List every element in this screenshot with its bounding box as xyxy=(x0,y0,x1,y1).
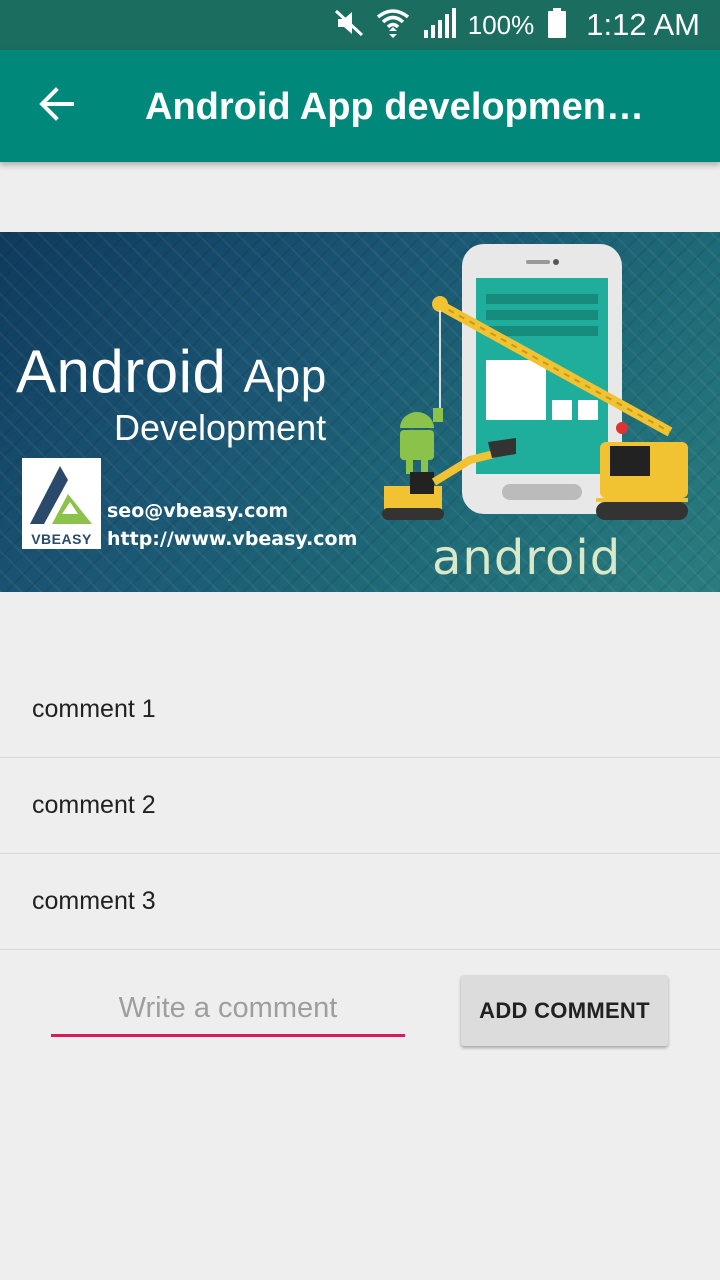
page-title: Android App development app xyxy=(145,86,645,128)
comment-list: comment 1 comment 2 comment 3 xyxy=(0,662,720,950)
list-item[interactable]: comment 2 xyxy=(0,758,720,854)
battery-percent: 100% xyxy=(467,9,535,40)
phone-crane-illustration xyxy=(382,244,688,520)
add-comment-button[interactable]: ADD COMMENT xyxy=(461,975,668,1046)
banner-title-line2: Development xyxy=(114,407,327,448)
comment-text: comment 2 xyxy=(32,791,156,819)
status-bar: 100% 1:12 AM xyxy=(0,0,720,50)
comment-text: comment 1 xyxy=(32,695,156,723)
comment-input[interactable] xyxy=(51,982,405,1037)
battery-icon xyxy=(548,7,567,43)
banner-url: http://www.vbeasy.com xyxy=(107,528,358,550)
banner-title-word2: App xyxy=(243,350,327,402)
android-wordmark: android xyxy=(432,530,622,586)
mute-icon xyxy=(334,9,364,42)
vbeasy-logo: VBEASY xyxy=(22,458,101,549)
logo-mark-icon xyxy=(30,466,92,524)
arrow-back-icon xyxy=(38,86,74,127)
comment-text: comment 3 xyxy=(32,887,156,915)
list-item[interactable]: comment 3 xyxy=(0,854,720,950)
banner-email: seo@vbeasy.com xyxy=(107,500,289,522)
app-bar: Android App development app xyxy=(0,50,720,162)
banner-title-line1: Android App xyxy=(16,340,327,408)
signal-icon xyxy=(422,7,456,43)
status-icons: 100% 1:12 AM xyxy=(334,0,700,50)
back-button[interactable] xyxy=(22,72,90,140)
wifi-icon xyxy=(376,7,410,44)
banner-image: Android App Development VBEASY seo@vbeas… xyxy=(0,232,720,592)
banner-title-word1: Android xyxy=(16,338,227,405)
logo-text: VBEASY xyxy=(31,531,92,547)
list-item[interactable]: comment 1 xyxy=(0,662,720,758)
status-time: 1:12 AM xyxy=(586,7,700,42)
